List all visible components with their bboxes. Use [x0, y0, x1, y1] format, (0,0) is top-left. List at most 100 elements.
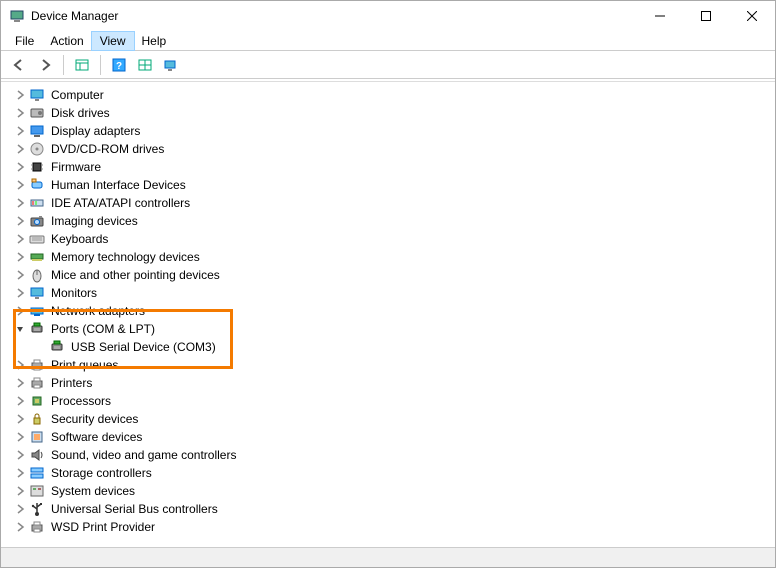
tree-item-label: Mice and other pointing devices	[49, 267, 222, 283]
memory-icon	[29, 249, 45, 265]
close-button[interactable]	[729, 1, 775, 31]
tree-item-label: Disk drives	[49, 105, 112, 121]
tree-item[interactable]: Network adapters	[9, 302, 775, 320]
expand-icon[interactable]	[13, 106, 27, 120]
tree-item[interactable]: System devices	[9, 482, 775, 500]
usb-icon	[29, 501, 45, 517]
sound-icon	[29, 447, 45, 463]
forward-button[interactable]	[33, 54, 57, 76]
tree-child-item[interactable]: USB Serial Device (COM3)	[9, 338, 775, 356]
tree-item-label: Imaging devices	[49, 213, 140, 229]
tree-item[interactable]: Sound, video and game controllers	[9, 446, 775, 464]
expand-icon[interactable]	[13, 160, 27, 174]
tree-item[interactable]: Software devices	[9, 428, 775, 446]
expand-icon[interactable]	[13, 448, 27, 462]
port-icon	[49, 339, 65, 355]
expand-icon[interactable]	[13, 232, 27, 246]
dvd-icon	[29, 141, 45, 157]
help-button[interactable]: ?	[107, 54, 131, 76]
tree-item[interactable]: Keyboards	[9, 230, 775, 248]
expand-icon[interactable]	[13, 196, 27, 210]
minimize-button[interactable]	[637, 1, 683, 31]
tree-item[interactable]: Universal Serial Bus controllers	[9, 500, 775, 518]
mouse-icon	[29, 267, 45, 283]
show-hide-button[interactable]	[70, 54, 94, 76]
device-tree-panel[interactable]: ComputerDisk drivesDisplay adaptersDVD/C…	[1, 81, 775, 547]
tree-item[interactable]: Human Interface Devices	[9, 176, 775, 194]
tree-item-label: Print queues	[49, 357, 120, 373]
tree-item-label: Firmware	[49, 159, 103, 175]
printer-icon	[29, 375, 45, 391]
tree-item[interactable]: Ports (COM & LPT)	[9, 320, 775, 338]
expand-icon[interactable]	[13, 520, 27, 534]
tree-item-label: Storage controllers	[49, 465, 154, 481]
expand-icon[interactable]	[13, 430, 27, 444]
camera-icon	[29, 213, 45, 229]
tree-item[interactable]: Processors	[9, 392, 775, 410]
menu-help[interactable]: Help	[134, 32, 175, 50]
tree-item-label: Keyboards	[49, 231, 110, 247]
expand-icon[interactable]	[13, 214, 27, 228]
maximize-button[interactable]	[683, 1, 729, 31]
app-icon	[9, 8, 25, 24]
tree-item[interactable]: Computer	[9, 86, 775, 104]
tree-item[interactable]: Mice and other pointing devices	[9, 266, 775, 284]
tree-item-label: Security devices	[49, 411, 140, 427]
device-tree: ComputerDisk drivesDisplay adaptersDVD/C…	[1, 86, 775, 536]
expand-icon[interactable]	[13, 358, 27, 372]
printer-icon	[29, 519, 45, 535]
tree-item[interactable]: Firmware	[9, 158, 775, 176]
expand-icon[interactable]	[13, 88, 27, 102]
expand-icon[interactable]	[13, 286, 27, 300]
back-button[interactable]	[7, 54, 31, 76]
tree-item[interactable]: DVD/CD-ROM drives	[9, 140, 775, 158]
menu-file[interactable]: File	[7, 32, 42, 50]
window-controls	[637, 1, 775, 31]
tree-item-label: Sound, video and game controllers	[49, 447, 238, 463]
expand-icon[interactable]	[13, 250, 27, 264]
menu-action[interactable]: Action	[42, 32, 91, 50]
display-icon	[29, 123, 45, 139]
tree-item-label: Memory technology devices	[49, 249, 202, 265]
expand-icon[interactable]	[13, 412, 27, 426]
monitor-icon	[29, 87, 45, 103]
keyboard-icon	[29, 231, 45, 247]
expand-icon[interactable]	[13, 484, 27, 498]
tree-item[interactable]: Imaging devices	[9, 212, 775, 230]
security-icon	[29, 411, 45, 427]
tree-item[interactable]: WSD Print Provider	[9, 518, 775, 536]
expand-icon[interactable]	[13, 178, 27, 192]
tree-item[interactable]: Print queues	[9, 356, 775, 374]
expand-icon[interactable]	[13, 268, 27, 282]
expand-icon[interactable]	[13, 394, 27, 408]
tree-item[interactable]: Monitors	[9, 284, 775, 302]
tree-item[interactable]: Memory technology devices	[9, 248, 775, 266]
svg-text:?: ?	[116, 61, 122, 72]
tree-item[interactable]: Display adapters	[9, 122, 775, 140]
toolbar-separator	[100, 55, 101, 75]
expand-icon[interactable]	[13, 376, 27, 390]
expand-icon[interactable]	[13, 502, 27, 516]
tree-item[interactable]: Disk drives	[9, 104, 775, 122]
tree-item-label: IDE ATA/ATAPI controllers	[49, 195, 192, 211]
cpu-icon	[29, 393, 45, 409]
expand-icon[interactable]	[13, 466, 27, 480]
tree-item-label: Ports (COM & LPT)	[49, 321, 157, 337]
expand-icon[interactable]	[13, 142, 27, 156]
devices-button[interactable]	[159, 54, 183, 76]
toolbar: ?	[1, 51, 775, 79]
tree-item[interactable]: Printers	[9, 374, 775, 392]
scan-button[interactable]	[133, 54, 157, 76]
network-icon	[29, 303, 45, 319]
tree-item[interactable]: Security devices	[9, 410, 775, 428]
disk-icon	[29, 105, 45, 121]
tree-item[interactable]: Storage controllers	[9, 464, 775, 482]
printer-icon	[29, 357, 45, 373]
tree-item-label: Processors	[49, 393, 113, 409]
titlebar: Device Manager	[1, 1, 775, 31]
tree-item[interactable]: IDE ATA/ATAPI controllers	[9, 194, 775, 212]
collapse-icon[interactable]	[13, 322, 27, 336]
expand-icon[interactable]	[13, 124, 27, 138]
expand-icon[interactable]	[13, 304, 27, 318]
menu-view[interactable]: View	[92, 32, 134, 50]
